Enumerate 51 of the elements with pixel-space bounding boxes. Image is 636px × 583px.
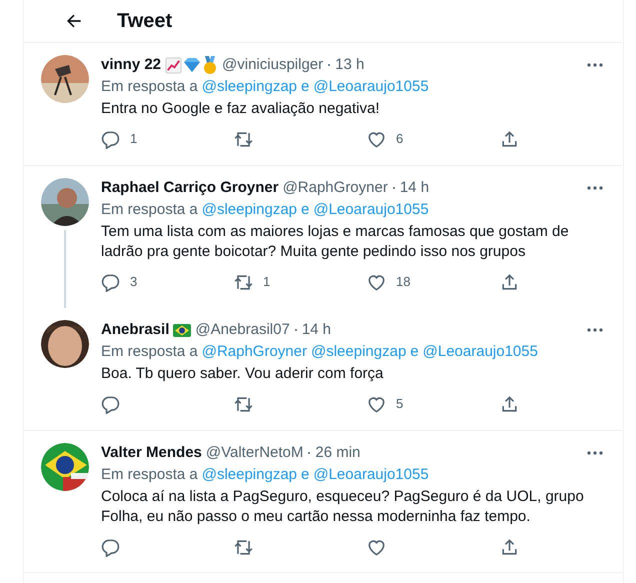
share-icon[interactable] <box>500 394 519 414</box>
page-title: Tweet <box>117 9 172 34</box>
heart-icon[interactable] <box>367 394 386 414</box>
more-icon[interactable] <box>587 186 603 190</box>
heart-icon[interactable] <box>367 272 386 292</box>
user-handle[interactable]: @ValterNetoM <box>206 443 304 463</box>
comment-icon[interactable] <box>101 272 120 292</box>
reply-label: Em resposta a <box>101 200 198 220</box>
user-handle[interactable]: @RaphGroyner <box>282 178 388 198</box>
user-name[interactable]: Valter Mendes <box>101 443 202 463</box>
reply-label: Em resposta a <box>101 77 198 97</box>
like-count: 5 <box>396 395 404 414</box>
more-icon[interactable] <box>587 63 603 67</box>
retweet-icon[interactable] <box>234 272 253 292</box>
user-handle[interactable]: @Anebrasil07 <box>195 320 290 340</box>
timestamp[interactable]: 26 min <box>315 443 360 463</box>
heart-icon[interactable] <box>367 130 386 148</box>
user-name[interactable]: vinny 22 <box>101 55 162 75</box>
reply-joiner: e <box>301 200 310 220</box>
reply-count: 3 <box>130 273 138 292</box>
reply-joiner: e <box>301 77 310 97</box>
reply-joiner: e <box>301 465 310 485</box>
share-icon[interactable] <box>500 538 519 556</box>
tweet-text: Coloca aí na lista a PagSeguro, esqueceu? PagSeguro é da UOL, grupo Folha, eu não passo o meu cartão nessa moderninha faz tempo. <box>101 487 585 527</box>
like-count: 18 <box>396 273 410 292</box>
comment-icon[interactable] <box>101 538 120 556</box>
reply-joiner: e <box>410 342 419 362</box>
reply-label: Em resposta a <box>101 465 198 485</box>
retweet-icon[interactable] <box>234 130 253 148</box>
retweet-icon[interactable] <box>234 394 253 414</box>
share-icon[interactable] <box>500 272 519 292</box>
reply-count: 1 <box>130 130 138 148</box>
comment-icon[interactable] <box>101 394 120 414</box>
user-name[interactable]: Raphael Carriço Groyner <box>101 178 279 198</box>
heart-icon[interactable] <box>367 538 386 556</box>
tweet-text: Tem uma lista com as maiores lojas e marcas famosas que gostam de ladrão pra gente boicotar? Muita gente pedindo isso nos grupos <box>101 222 570 262</box>
timestamp[interactable]: 14 h <box>302 320 332 340</box>
tweet-text: Entra no Google e faz avaliação negativa! <box>101 99 381 119</box>
retweet-count: 1 <box>263 273 270 292</box>
like-count: 6 <box>396 130 404 148</box>
share-icon[interactable] <box>500 130 519 148</box>
more-icon[interactable] <box>587 328 603 332</box>
timestamp[interactable]: 14 h <box>400 178 430 198</box>
user-handle[interactable]: @viniciuspilger <box>222 55 324 75</box>
reply-label: Em resposta a <box>101 342 198 362</box>
more-icon[interactable] <box>587 451 603 455</box>
timestamp[interactable]: 13 h <box>335 55 364 75</box>
retweet-icon[interactable] <box>234 538 253 556</box>
tweet-text: Boa. Tb quero saber. Vou aderir com força <box>101 364 384 384</box>
comment-icon[interactable] <box>101 130 120 148</box>
user-name[interactable]: Anebrasil <box>101 320 170 340</box>
